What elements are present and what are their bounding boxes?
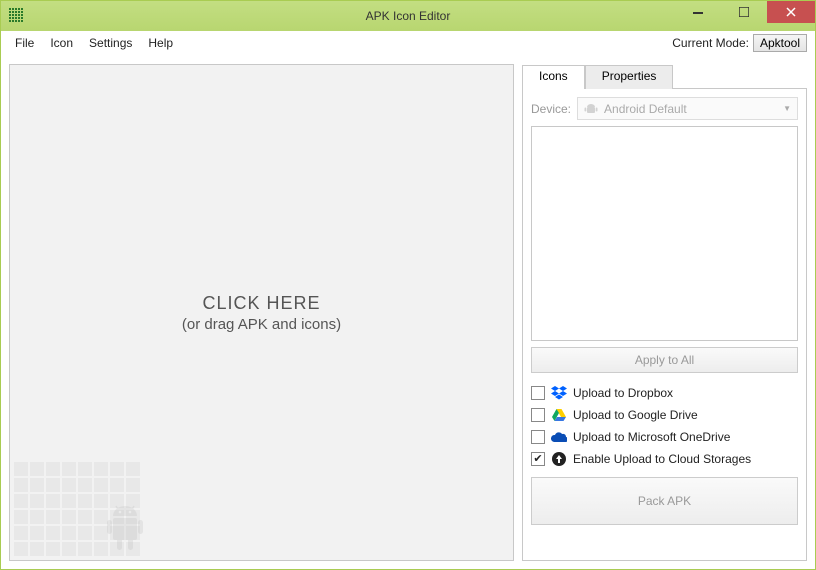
check-onedrive-label: Upload to Microsoft OneDrive [573, 430, 730, 444]
device-select[interactable]: Android Default ▼ [577, 97, 798, 120]
check-dropbox-row: Upload to Dropbox [531, 385, 798, 401]
check-onedrive[interactable] [531, 430, 545, 444]
close-button[interactable] [767, 1, 815, 23]
upload-icon [551, 451, 567, 467]
tab-properties[interactable]: Properties [585, 65, 674, 89]
main-area: CLICK HERE (or drag APK and icons) Icons… [1, 56, 815, 569]
device-label: Device: [531, 102, 571, 116]
tab-icons[interactable]: Icons [522, 65, 585, 89]
menu-settings[interactable]: Settings [81, 34, 140, 52]
minimize-icon [693, 7, 703, 17]
menubar: File Icon Settings Help Current Mode: Ap… [1, 31, 815, 56]
google-drive-icon [551, 407, 567, 423]
android-icon [584, 102, 598, 116]
drop-text-line1: CLICK HERE [202, 293, 320, 314]
window-frame: APK Icon Editor File Icon Settings Help … [0, 0, 816, 570]
dropbox-icon [551, 385, 567, 401]
check-gdrive-label: Upload to Google Drive [573, 408, 698, 422]
check-gdrive-row: Upload to Google Drive [531, 407, 798, 423]
menu-file[interactable]: File [7, 34, 42, 52]
tab-content-icons: Device: Android Default ▼ [522, 88, 807, 561]
menu-icon[interactable]: Icon [42, 34, 81, 52]
onedrive-icon [551, 429, 567, 445]
mode-button[interactable]: Apktool [753, 34, 807, 52]
check-dropbox[interactable] [531, 386, 545, 400]
tabs: Icons Properties [522, 64, 807, 88]
device-value: Android Default [604, 102, 687, 116]
mode-label: Current Mode: [672, 36, 753, 50]
close-icon [786, 7, 796, 17]
check-enable-cloud[interactable]: ✔ [531, 452, 545, 466]
check-onedrive-row: Upload to Microsoft OneDrive [531, 429, 798, 445]
menu-help[interactable]: Help [140, 34, 181, 52]
pack-apk-button[interactable]: Pack APK [531, 477, 798, 525]
window-title: APK Icon Editor [366, 9, 451, 23]
app-icon [9, 8, 25, 24]
check-gdrive[interactable] [531, 408, 545, 422]
window-controls [675, 1, 815, 31]
apply-all-button[interactable]: Apply to All [531, 347, 798, 373]
icon-list[interactable] [531, 126, 798, 341]
drop-zone[interactable]: CLICK HERE (or drag APK and icons) [9, 64, 514, 561]
right-panel: Icons Properties Device: [522, 64, 807, 561]
device-row: Device: Android Default ▼ [531, 97, 798, 120]
check-enable-label: Enable Upload to Cloud Storages [573, 452, 751, 466]
check-dropbox-label: Upload to Dropbox [573, 386, 673, 400]
android-watermark-icon [105, 504, 145, 552]
minimize-button[interactable] [675, 1, 721, 23]
titlebar[interactable]: APK Icon Editor [1, 1, 815, 31]
maximize-button[interactable] [721, 1, 767, 23]
drop-text-line2: (or drag APK and icons) [182, 316, 341, 333]
maximize-icon [739, 7, 749, 17]
upload-options: Upload to Dropbox Upload to Google Drive [531, 385, 798, 467]
chevron-down-icon: ▼ [783, 104, 791, 113]
check-enable-row: ✔ Enable Upload to Cloud Storages [531, 451, 798, 467]
